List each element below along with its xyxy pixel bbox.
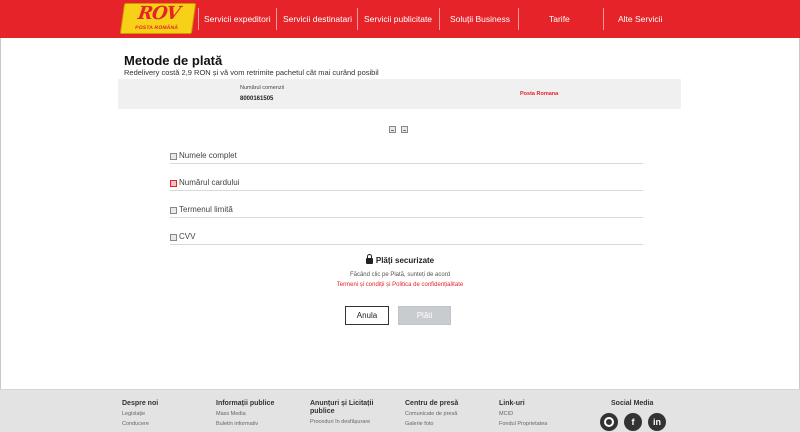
logo-mark: ROV bbox=[136, 3, 181, 24]
card-logos bbox=[389, 126, 409, 134]
card-icon bbox=[401, 126, 408, 133]
linkedin-icon[interactable]: in bbox=[648, 413, 666, 431]
card-number-label: Numărul cardului bbox=[179, 178, 240, 187]
nav-solutii-business[interactable]: Soluții Business bbox=[450, 0, 510, 38]
footer-link[interactable]: Comunicate de presă bbox=[405, 411, 458, 418]
order-summary: Numărul comenzii 8000161505 Posta Romana bbox=[118, 79, 681, 109]
order-number-value: 8000161505 bbox=[240, 96, 274, 102]
cvv-field[interactable]: CVV bbox=[170, 227, 643, 245]
terms-intro: Făcând clic pe Plată, sunteți de acord bbox=[349, 272, 451, 278]
footer-link[interactable]: Proceduri în desfășurare bbox=[310, 419, 390, 426]
footer: Despre noi Legislație Conducere Informaț… bbox=[0, 389, 800, 432]
footer-link[interactable]: Mass Media bbox=[216, 411, 274, 418]
nav-servicii-destinatari[interactable]: Servicii destinatari bbox=[283, 0, 352, 38]
footer-heading: Centru de presă bbox=[405, 400, 459, 407]
social-links: f in bbox=[600, 413, 666, 431]
footer-heading: Anunțuri și Licitații publice bbox=[310, 400, 374, 415]
order-number-label: Numărul comenzii bbox=[240, 85, 285, 91]
footer-column-social-media: Social Media bbox=[611, 400, 653, 408]
instagram-icon[interactable] bbox=[600, 413, 618, 431]
full-name-label: Numele complet bbox=[179, 151, 237, 160]
nav-separator bbox=[357, 8, 358, 30]
logo-subtitle: POSTA ROMÂNĂ bbox=[134, 25, 179, 31]
nav-separator bbox=[603, 8, 604, 30]
nav-servicii-publicitate[interactable]: Servicii publicitate bbox=[364, 0, 432, 38]
footer-link[interactable]: Legislație bbox=[122, 411, 158, 418]
pay-button[interactable]: Plăti bbox=[398, 306, 451, 325]
broken-image-icon bbox=[170, 234, 177, 241]
nav-separator bbox=[276, 8, 277, 30]
order-brand: Posta Romana bbox=[520, 91, 559, 97]
secure-payments-text: Plăți securizate bbox=[375, 256, 435, 265]
footer-heading: Link-uri bbox=[499, 400, 525, 407]
card-number-field[interactable]: Numărul cardului bbox=[170, 173, 643, 191]
card-number-icon bbox=[170, 180, 177, 187]
footer-link[interactable]: Galerie foto bbox=[405, 421, 458, 428]
footer-link[interactable]: MCID bbox=[499, 411, 547, 418]
nav-separator bbox=[198, 8, 199, 30]
posta-romana-logo[interactable]: ROV POSTA ROMÂNĂ bbox=[119, 3, 197, 34]
expiry-label: Termenul limită bbox=[179, 205, 233, 214]
secure-payments: Plăți securizate bbox=[0, 254, 800, 265]
footer-heading: Informații publice bbox=[216, 400, 275, 407]
broken-image-icon bbox=[170, 207, 177, 214]
footer-column-informatii-publice: Informații publice Mass Media Buletin in… bbox=[216, 400, 274, 428]
footer-column-link-uri: Link-uri MCID Fondul Proprietatea bbox=[499, 400, 547, 428]
footer-link[interactable]: Conducere bbox=[122, 421, 158, 428]
footer-link[interactable]: Fondul Proprietatea bbox=[499, 421, 547, 428]
footer-heading: Despre noi bbox=[122, 400, 159, 407]
nav-separator bbox=[518, 8, 519, 30]
nav-tarife[interactable]: Tarife bbox=[549, 0, 570, 38]
footer-heading: Social Media bbox=[611, 400, 654, 407]
footer-link[interactable]: Buletin informativ bbox=[216, 421, 274, 428]
expiry-field[interactable]: Termenul limită bbox=[170, 200, 643, 218]
footer-column-anunturi: Anunțuri și Licitații publice Proceduri … bbox=[310, 400, 390, 426]
header-bar: ROV POSTA ROMÂNĂ Servicii expeditori Ser… bbox=[0, 0, 800, 38]
cvv-label: CVV bbox=[179, 232, 196, 241]
cancel-button[interactable]: Anula bbox=[345, 306, 389, 325]
footer-column-centru-de-presa: Centru de presă Comunicate de presă Gale… bbox=[405, 400, 458, 428]
card-icon bbox=[389, 126, 396, 133]
lock-icon bbox=[365, 254, 373, 264]
nav-servicii-expeditori[interactable]: Servicii expeditori bbox=[204, 0, 271, 38]
footer-column-despre-noi: Despre noi Legislație Conducere bbox=[122, 400, 158, 428]
nav-alte-servicii[interactable]: Alte Servicii bbox=[618, 0, 662, 38]
nav-separator bbox=[439, 8, 440, 30]
page-subtitle: Redelivery costă 2,9 RON și vă vom retri… bbox=[124, 68, 379, 77]
page-title: Metode de plată bbox=[124, 53, 223, 68]
broken-image-icon bbox=[170, 153, 177, 160]
full-name-field[interactable]: Numele complet bbox=[170, 146, 643, 164]
terms-link[interactable]: Termeni și condiții și Politica de confi… bbox=[0, 282, 800, 288]
facebook-icon[interactable]: f bbox=[624, 413, 642, 431]
